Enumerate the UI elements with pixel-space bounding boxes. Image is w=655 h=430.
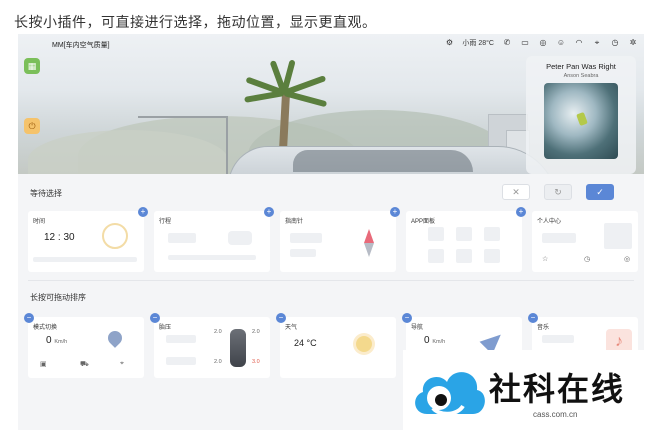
weather-readout: 小雨 28°C [462, 40, 494, 47]
sun-icon [356, 336, 372, 352]
widget-label: 天气 [285, 325, 298, 331]
tire-front-right: 2.0 [252, 329, 260, 335]
widget-label: 个人中心 [537, 219, 562, 225]
widget-label: 导航 [411, 325, 424, 331]
clock-value: 12 : 30 [44, 232, 75, 243]
reset-button[interactable]: ↻ [544, 184, 572, 200]
tire-rear-left: 2.0 [214, 359, 222, 365]
settings-icon[interactable]: ✲ [628, 38, 638, 48]
app-slot-icon [456, 249, 472, 263]
temperature-value: 24 °C [294, 338, 317, 348]
widget-card-trip[interactable]: + 行程 [154, 207, 274, 272]
power-icon[interactable]: ⏻ [24, 118, 40, 134]
placeholder-bar [290, 233, 322, 243]
gear-icon[interactable]: ⚙ [444, 38, 454, 48]
pin-icon[interactable]: ⌖ [120, 360, 124, 368]
widget-card-profile[interactable]: 个人中心 ☆ ◷ ◎ [532, 211, 638, 272]
page-caption: 长按小插件，可直接进行选择，拖动位置，显示更直观。 [14, 14, 377, 30]
section-divider [28, 280, 634, 281]
speed-value: 0 Km/h [424, 335, 446, 346]
close-icon: ✕ [512, 186, 520, 197]
clock-icon[interactable]: ◷ [610, 38, 620, 48]
car-window [293, 150, 473, 172]
add-icon[interactable]: + [138, 207, 148, 217]
tire-front-left: 2.0 [214, 329, 222, 335]
check-icon: ✓ [596, 186, 604, 197]
face-icon[interactable]: ☺ [556, 38, 566, 48]
waiting-section-title: 等待选择 [30, 189, 62, 198]
widget-label: 胎压 [159, 325, 172, 331]
widget-label: APP面板 [411, 219, 436, 225]
album-cover [544, 83, 618, 159]
car-top-icon [230, 329, 246, 367]
song-title: Peter Pan Was Right [546, 62, 616, 71]
placeholder-bar [166, 357, 196, 365]
hero-banner: MM[车内空气质量] ⚙ 小雨 28°C ✆ ▭ ◎ ☺ ◠ ⌖ ◷ ✲ ▦ ⏻… [18, 34, 644, 174]
street-lamp [138, 116, 228, 118]
cancel-button[interactable]: ✕ [502, 184, 530, 200]
widget-card-weather[interactable]: − 天气 24 °C [276, 313, 396, 378]
placeholder-bar [542, 335, 574, 343]
selection-toolbar: ✕ ↻ ✓ [502, 184, 614, 200]
widget-label: 模式切换 [33, 325, 58, 331]
widget-label: 音乐 [537, 325, 550, 331]
apps-icon[interactable]: ▦ [24, 58, 40, 74]
widget-card-compass[interactable]: + 指南针 [280, 207, 400, 272]
music-player[interactable]: Peter Pan Was Right Anson Seabra [526, 56, 636, 174]
location-icon[interactable]: ⌖ [592, 38, 602, 48]
status-icons: ⚙ 小雨 28°C ✆ ▭ ◎ ☺ ◠ ⌖ ◷ ✲ [444, 38, 638, 48]
sortable-section-title: 长按可拖动排序 [30, 293, 86, 302]
watermark-url: cass.com.cn [533, 410, 578, 419]
phone-icon[interactable]: ✆ [502, 38, 512, 48]
wifi-icon[interactable]: ◠ [574, 38, 584, 48]
air-quality-title: MM[车内空气质量] [52, 42, 110, 49]
widget-card-tire-pressure[interactable]: − 胎压 2.0 2.0 2.0 3.0 [150, 313, 270, 378]
placeholder-bar [168, 255, 256, 260]
settings-icon[interactable]: ◎ [624, 255, 630, 263]
placeholder-bar [542, 233, 576, 243]
song-artist: Anson Seabra [563, 73, 599, 79]
widget-label: 行程 [159, 219, 172, 225]
star-icon[interactable]: ☆ [542, 255, 548, 263]
app-slot-icon [428, 249, 444, 263]
widget-label: 时间 [33, 219, 46, 225]
add-icon[interactable]: + [390, 207, 400, 217]
app-slot-icon [484, 249, 500, 263]
widget-card-mode[interactable]: − 模式切换 0 Km/h ▣ ⛟ ⌖ [24, 313, 144, 378]
confirm-button[interactable]: ✓ [586, 184, 614, 200]
avatar [604, 223, 632, 249]
compass-icon-tail [364, 243, 374, 257]
palm-frond [283, 90, 328, 108]
placeholder-bar [168, 233, 196, 243]
speed-value: 0 Km/h [46, 335, 68, 346]
cloud-logo-icon [415, 372, 485, 416]
placeholder-bar [33, 257, 137, 262]
clock-icon [102, 223, 128, 249]
app-slot-icon [456, 227, 472, 241]
steering-icon[interactable]: ◎ [538, 38, 548, 48]
car-icon [228, 231, 252, 245]
status-bar: MM[车内空气质量] ⚙ 小雨 28°C ✆ ▭ ◎ ☺ ◠ ⌖ ◷ ✲ [18, 34, 644, 56]
placeholder-bar [290, 249, 316, 257]
compass-icon [364, 229, 374, 243]
car-icon[interactable]: ⛟ [80, 360, 89, 369]
watermark-text: 社科在线 [489, 370, 626, 408]
widget-card-time[interactable]: + 时间 12 : 30 [28, 207, 148, 272]
car-icon[interactable]: ▭ [520, 38, 530, 48]
widget-label: 指南针 [285, 219, 304, 225]
app-slot-icon [428, 227, 444, 241]
tire-rear-right: 3.0 [252, 359, 260, 365]
add-icon[interactable]: + [516, 207, 526, 217]
street-lamp-pole [226, 116, 228, 174]
widget-card-app-panel[interactable]: + APP面板 [406, 207, 526, 272]
location-pin-icon [105, 328, 125, 348]
watermark: 社科在线 cass.com.cn [403, 350, 655, 430]
placeholder-bar [166, 335, 196, 343]
image-icon[interactable]: ▣ [40, 360, 47, 368]
history-icon[interactable]: ◷ [584, 255, 590, 263]
app-slot-icon [484, 227, 500, 241]
refresh-icon: ↻ [554, 186, 562, 197]
add-icon[interactable]: + [264, 207, 274, 217]
